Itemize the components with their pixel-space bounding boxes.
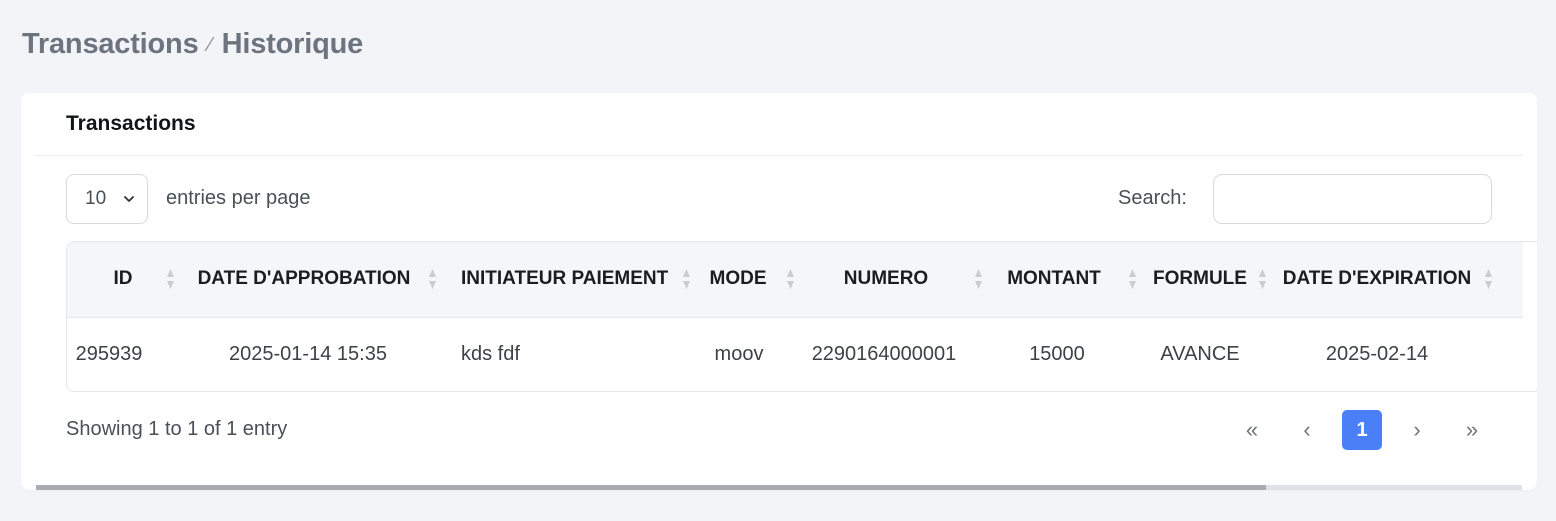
page-length-select[interactable]: 10 (66, 174, 148, 224)
cell-formule: AVANCE (1160, 342, 1240, 365)
card-title: Transactions (66, 112, 196, 135)
column-header-date-approbation[interactable]: DATE D'APPROBATION (179, 242, 437, 317)
column-header-initiateur-paiement[interactable]: INITIATEUR PAIEMENT (437, 242, 691, 317)
transactions-table: ID DATE D'APPROBATION INITIATEUR PAIEMEN… (67, 242, 1523, 391)
page-length-label: entries per page (166, 187, 311, 209)
sort-icon (975, 269, 982, 290)
table-header-row: ID DATE D'APPROBATION INITIATEUR PAIEMEN… (67, 242, 1523, 317)
cell-id: 295939 (75, 342, 143, 365)
sort-icon (429, 269, 436, 290)
pagination-next[interactable]: › (1397, 410, 1437, 450)
pagination-first[interactable]: « (1232, 410, 1272, 450)
breadcrumb-parent[interactable]: Transactions (22, 28, 199, 61)
column-header-numero[interactable]: NUMERO (795, 242, 987, 317)
breadcrumb: Transactions ⁄ Historique (22, 28, 363, 61)
table-container: ID DATE D'APPROBATION INITIATEUR PAIEMEN… (66, 241, 1537, 392)
column-header-label: DATE D'APPROBATION (197, 268, 411, 290)
cell-montant: 15000 (1029, 342, 1085, 365)
sort-icon (1129, 269, 1136, 290)
column-header-label: MONTANT (1007, 268, 1101, 290)
column-header-label: FORMULE (1153, 268, 1247, 290)
sort-icon (167, 269, 174, 290)
column-header-label: DATE D'EXPIRATION (1282, 268, 1472, 290)
column-header-formule[interactable]: FORMULE (1137, 242, 1267, 317)
sort-icon (787, 269, 794, 290)
sort-icon (1485, 269, 1492, 290)
column-header-label: INITIATEUR PAIEMENT (461, 268, 669, 290)
breadcrumb-separator: ⁄ (208, 34, 212, 56)
horizontal-scrollbar-thumb[interactable] (36, 485, 1266, 490)
breadcrumb-current: Historique (221, 28, 364, 60)
pagination-page-1[interactable]: 1 (1342, 410, 1382, 450)
transactions-card: Transactions 10 entries per page Search:… (21, 93, 1537, 490)
search-label: Search: (1118, 187, 1187, 209)
table-row[interactable]: 295939 2025-01-14 15:35 kds fdf moov 229… (67, 317, 1523, 391)
column-header-id[interactable]: ID (67, 242, 179, 317)
column-header-montant[interactable]: MONTANT (987, 242, 1137, 317)
table-info: Showing 1 to 1 of 1 entry (66, 418, 288, 440)
page-length-value: 10 (85, 188, 107, 209)
column-header-label: MODE (709, 268, 767, 290)
sort-icon (683, 269, 690, 290)
card-divider (36, 155, 1523, 156)
chevron-down-icon (124, 196, 134, 202)
column-header-label: ID (113, 268, 133, 290)
cell-date-expiration: 2025-02-14 (1325, 342, 1429, 365)
cell-date-approbation: 2025-01-14 15:35 (229, 342, 387, 365)
column-header-mode[interactable]: MODE (691, 242, 795, 317)
cell-initiateur: kds fdf (461, 342, 520, 365)
cell-mode: moov (714, 342, 764, 365)
pagination-last[interactable]: » (1452, 410, 1492, 450)
column-header-date-expiration[interactable]: DATE D'EXPIRATION (1267, 242, 1523, 317)
column-header-label: NUMERO (843, 268, 929, 290)
pagination-prev[interactable]: ‹ (1287, 410, 1327, 450)
search-input[interactable] (1213, 174, 1492, 224)
sort-icon (1259, 269, 1266, 290)
cell-numero: 2290164000001 (811, 342, 957, 365)
